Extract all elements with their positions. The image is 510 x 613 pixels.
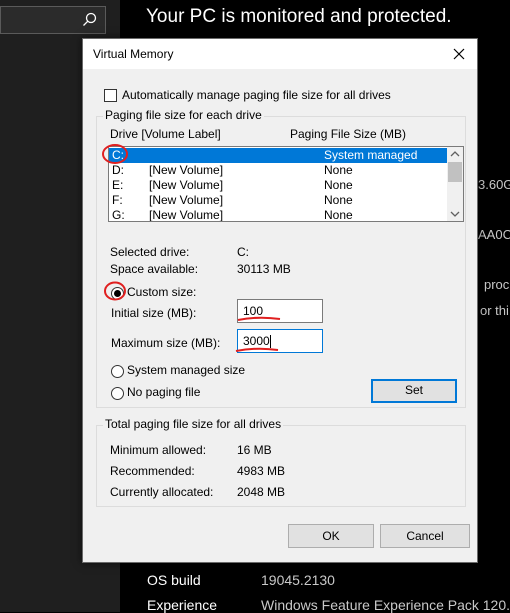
annotation-circle-drive-c <box>102 144 128 164</box>
protection-status-text: Your PC is monitored and protected. <box>146 6 452 27</box>
drive-list-scrollbar[interactable] <box>447 147 463 221</box>
scroll-up-icon[interactable] <box>447 147 463 161</box>
annotation-underline-maximum <box>235 347 279 352</box>
drive-column-header: Drive [Volume Label] <box>110 127 221 141</box>
drive-row-g[interactable]: G: [New Volume] None <box>109 208 448 222</box>
settings-search-box[interactable] <box>0 6 106 34</box>
minimum-allowed-value: 16 MB <box>237 443 272 457</box>
drive-letter: G: <box>112 208 125 222</box>
drive-row-c[interactable]: C: System managed <box>109 148 448 163</box>
paging-group-title: Paging file size for each drive <box>103 108 264 122</box>
selected-drive-value: C: <box>237 245 249 259</box>
annotation-circle-custom-size <box>104 281 126 301</box>
search-icon <box>83 12 97 26</box>
no-paging-label: No paging file <box>127 385 201 399</box>
scroll-thumb[interactable] <box>448 162 462 182</box>
initial-size-label: Initial size (MB): <box>111 306 197 320</box>
ok-button[interactable]: OK <box>288 524 374 548</box>
drive-row-d[interactable]: D: [New Volume] None <box>109 163 448 178</box>
paging-size: None <box>324 178 353 192</box>
bg-fragment: AA0C <box>478 227 510 242</box>
system-managed-label: System managed size <box>127 363 246 377</box>
dialog-title: Virtual Memory <box>93 47 174 61</box>
recommended-label: Recommended: <box>110 464 195 478</box>
total-paging-group: Total paging file size for all drives Mi… <box>96 417 466 507</box>
paging-file-group: Paging file size for each drive Drive [V… <box>96 108 466 408</box>
auto-manage-label: Automatically manage paging file size fo… <box>122 88 391 102</box>
size-column-header: Paging File Size (MB) <box>290 127 407 141</box>
scroll-down-icon[interactable] <box>447 207 463 221</box>
bg-fragment: 3.60G <box>478 177 510 192</box>
total-group-title: Total paging file size for all drives <box>103 417 284 431</box>
bg-fragment: proc <box>484 277 510 292</box>
drive-letter: F: <box>112 193 123 207</box>
cancel-button[interactable]: Cancel <box>380 524 470 548</box>
paging-size: None <box>324 193 353 207</box>
virtual-memory-dialog: Virtual Memory Automatically manage pagi… <box>82 38 478 563</box>
drive-letter: E: <box>112 178 124 192</box>
no-paging-radio[interactable] <box>111 387 124 400</box>
selected-drive-label: Selected drive: <box>110 245 190 259</box>
custom-size-label: Custom size: <box>127 285 197 299</box>
experience-value: Windows Feature Experience Pack 120.22 <box>261 597 510 613</box>
paging-size: None <box>324 163 353 177</box>
bg-fragment: or thi <box>480 303 509 318</box>
set-button[interactable]: Set <box>371 379 457 403</box>
currently-allocated-value: 2048 MB <box>237 485 286 499</box>
volume-label: [New Volume] <box>149 163 224 177</box>
system-managed-radio[interactable] <box>111 365 124 378</box>
annotation-underline-initial <box>237 316 281 321</box>
dialog-titlebar[interactable]: Virtual Memory <box>83 39 477 69</box>
volume-label: [New Volume] <box>149 208 224 222</box>
drive-row-f[interactable]: F: [New Volume] None <box>109 193 448 208</box>
close-icon[interactable] <box>449 44 469 64</box>
recommended-value: 4983 MB <box>237 464 286 478</box>
minimum-allowed-label: Minimum allowed: <box>110 443 207 457</box>
maximum-size-label: Maximum size (MB): <box>111 336 221 350</box>
drive-list[interactable]: C: System managed D: [New Volume] None E… <box>108 146 464 222</box>
experience-label: Experience <box>147 597 218 613</box>
space-available-value: 30113 MB <box>237 262 291 276</box>
volume-label: [New Volume] <box>149 178 224 192</box>
paging-size: System managed <box>324 148 418 162</box>
os-build-label: OS build <box>147 572 201 588</box>
paging-size: None <box>324 208 353 222</box>
drive-row-e[interactable]: E: [New Volume] None <box>109 178 448 193</box>
volume-label: [New Volume] <box>149 193 224 207</box>
space-available-label: Space available: <box>110 262 199 276</box>
auto-manage-checkbox[interactable] <box>104 89 117 102</box>
currently-allocated-label: Currently allocated: <box>110 485 214 499</box>
os-build-value: 19045.2130 <box>261 572 335 588</box>
